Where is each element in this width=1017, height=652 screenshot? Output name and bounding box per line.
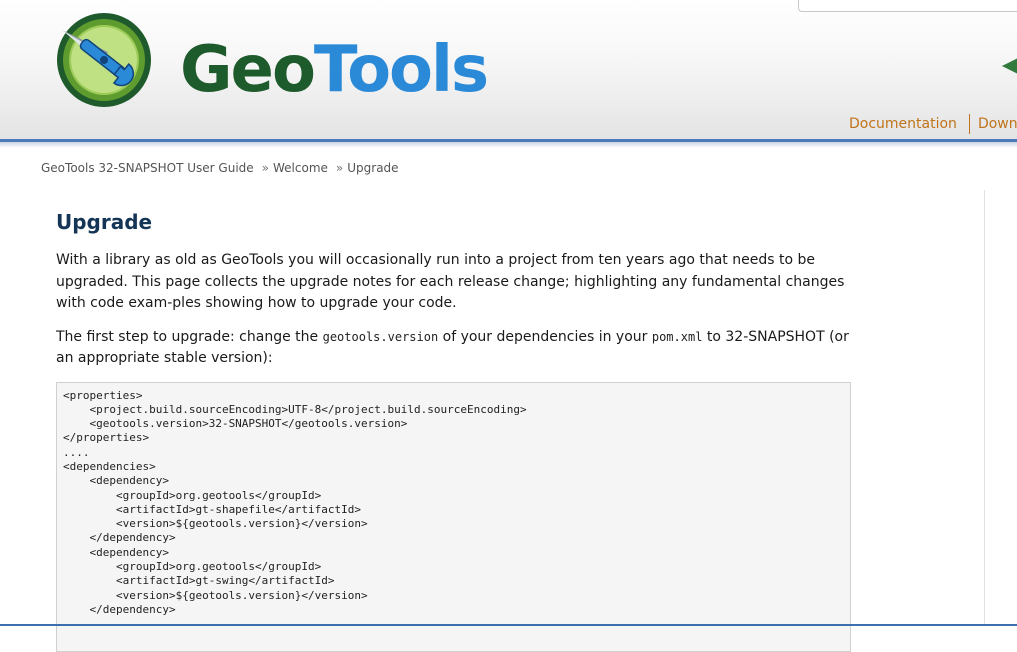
top-dropdown-edge[interactable] — [798, 0, 1017, 12]
header-shade — [0, 142, 1017, 148]
step-text: of your dependencies in your — [438, 328, 652, 345]
step-text: The first step to upgrade: change the — [56, 328, 323, 345]
breadcrumb-user-guide[interactable]: GeoTools 32-SNAPSHOT User Guide — [41, 161, 254, 175]
inline-code-pom-xml: pom.xml — [651, 329, 703, 344]
nav-documentation[interactable]: Documentation — [849, 116, 957, 132]
breadcrumb-separator: » — [335, 161, 344, 175]
compass-wrench-logo-icon[interactable] — [38, 12, 170, 112]
top-nav: Documentation Downlo — [849, 112, 1017, 136]
nav-download[interactable]: Downlo — [978, 116, 1017, 132]
page-title: Upgrade — [56, 210, 153, 234]
main-content: Upgrade With a library as old as GeoTool… — [56, 206, 856, 652]
upgrade-step-paragraph: The first step to upgrade: change the ge… — [56, 327, 856, 370]
site-logo-wordmark[interactable]: GeoTools — [180, 30, 489, 110]
breadcrumb-current: Upgrade — [347, 161, 399, 175]
inline-code-geotools-version: geotools.version — [322, 329, 439, 344]
breadcrumb: GeoTools 32-SNAPSHOT User Guide» Welcome»… — [41, 161, 399, 175]
logo-tools-text: Tools — [313, 33, 489, 107]
intro-paragraph: With a library as old as GeoTools you wi… — [56, 252, 845, 311]
logo-geo-text: Geo — [180, 33, 316, 107]
breadcrumb-welcome[interactable]: Welcome — [273, 161, 328, 175]
partial-logo-icon — [998, 36, 1017, 90]
sidebar-divider — [984, 190, 985, 626]
nav-divider — [968, 114, 970, 134]
code-block-pom[interactable]: <properties> <project.build.sourceEncodi… — [56, 381, 851, 652]
site-header: GeoTools Documentation Downlo — [0, 0, 1017, 139]
breadcrumb-separator: » — [261, 161, 270, 175]
